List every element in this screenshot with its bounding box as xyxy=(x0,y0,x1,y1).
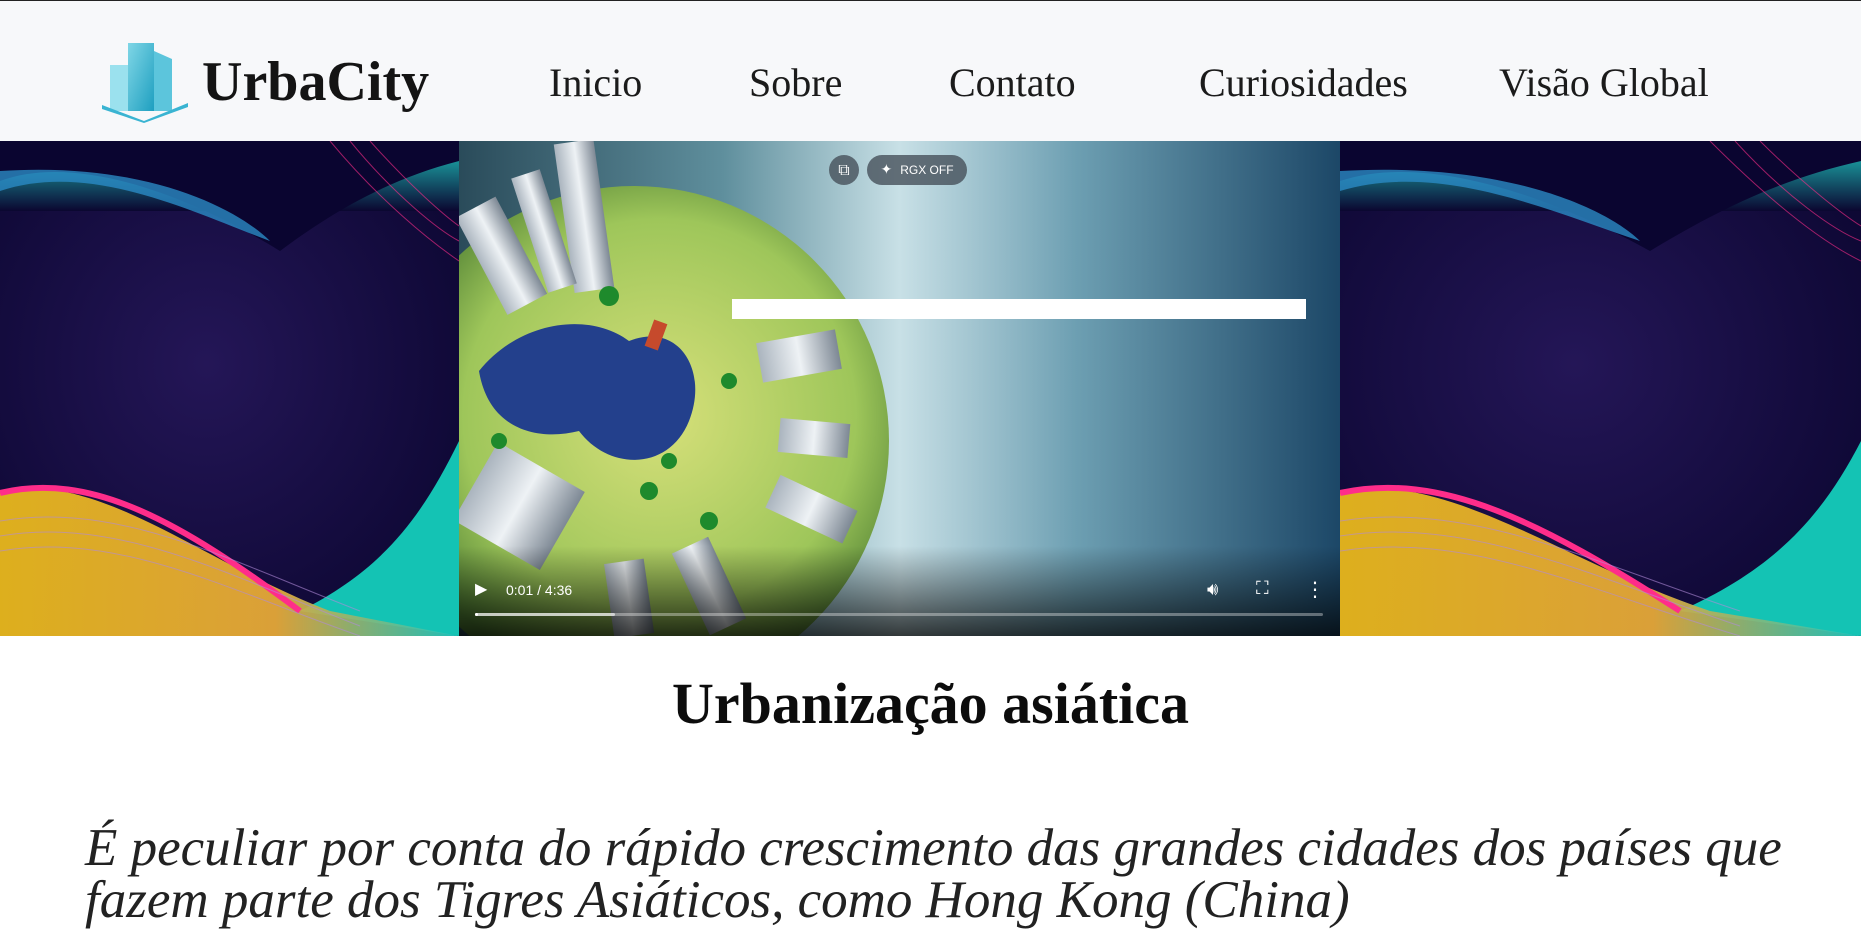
rgx-status-label: RGX OFF xyxy=(900,163,954,177)
video-buffered-range xyxy=(475,613,615,616)
fullscreen-icon[interactable]: ⛶ xyxy=(1256,578,1269,599)
decorative-wave-right xyxy=(1340,141,1861,636)
nav-item-curiosidades[interactable]: Curiosidades xyxy=(1199,58,1408,108)
video-time-display: 0:01 / 4:36 xyxy=(506,582,573,598)
nav-item-visao-global[interactable]: Visão Global xyxy=(1499,58,1709,108)
picture-in-picture-icon[interactable]: ⧉ xyxy=(829,155,859,185)
nav-item-contato[interactable]: Contato xyxy=(949,58,1076,108)
volume-icon[interactable]: 🔊︎ xyxy=(1207,579,1218,600)
more-options-icon[interactable]: ⋮ xyxy=(1305,577,1325,601)
play-icon[interactable]: ▶ xyxy=(475,579,487,598)
nav-item-sobre[interactable]: Sobre xyxy=(749,58,842,108)
decorative-wave-left xyxy=(0,141,459,636)
nav-item-inicio[interactable]: Inicio xyxy=(549,58,642,108)
video-caption-overlay-bar xyxy=(732,299,1306,319)
hero-banner: ⧉ ✦ RGX OFF ▶ 0:01 / 4:36 🔊︎ ⛶ ⋮ xyxy=(0,141,1861,636)
video-progress-slider[interactable] xyxy=(475,613,1323,616)
site-header: UrbaCity Inicio Sobre Contato Curiosidad… xyxy=(0,1,1861,141)
sparkle-icon: ✦ xyxy=(880,162,893,178)
main-nav: Inicio Sobre Contato Curiosidades Visão … xyxy=(0,58,1861,108)
page-title: Urbanização asiática xyxy=(671,671,1190,736)
rgx-extension-toggle[interactable]: ✦ RGX OFF xyxy=(867,155,967,185)
intro-paragraph: É peculiar por conta do rápido crescimen… xyxy=(85,819,1782,929)
video-player[interactable]: ⧉ ✦ RGX OFF ▶ 0:01 / 4:36 🔊︎ ⛶ ⋮ xyxy=(459,141,1340,636)
